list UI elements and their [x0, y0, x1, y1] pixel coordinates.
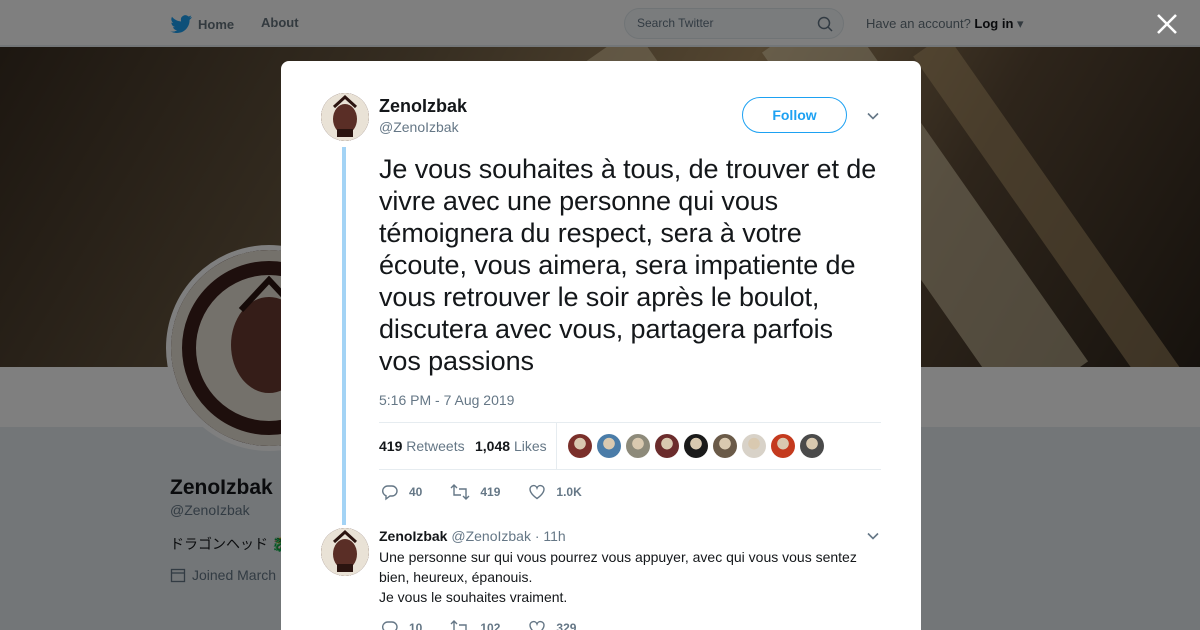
tweet-modal: ZenoIzbak @ZenoIzbak Follow Je vous souh…: [281, 61, 921, 630]
liker-avatar[interactable]: [684, 434, 708, 458]
liker-avatar[interactable]: [742, 434, 766, 458]
reply-time[interactable]: · 11h: [535, 528, 566, 544]
reply-icon: [382, 621, 398, 630]
retweets-count: 419: [379, 438, 403, 454]
reply-line-1: Une personne sur qui vous pourrez vous a…: [379, 549, 857, 585]
likes-count: 1,048: [475, 438, 511, 454]
thread-line: [342, 147, 346, 525]
retweets-label: Retweets: [406, 438, 465, 454]
reply-button[interactable]: 40: [381, 483, 422, 501]
tweet-text: Je vous souhaites à tous, de trouver et …: [379, 154, 877, 376]
tweet-stats: 419 Retweets 1,048 Likes: [379, 422, 881, 470]
reply-author-name[interactable]: ZenoIzbak: [379, 528, 447, 544]
close-icon[interactable]: [1155, 12, 1179, 36]
liker-avatar[interactable]: [568, 434, 592, 458]
liker-avatar[interactable]: [655, 434, 679, 458]
author-name[interactable]: ZenoIzbak: [379, 96, 467, 117]
reply-actions: 10 102 329: [381, 619, 604, 630]
reply-header: ZenoIzbak @ZenoIzbak · 11h: [379, 528, 566, 544]
liker-avatar[interactable]: [713, 434, 737, 458]
likes-stat[interactable]: 1,048 Likes: [475, 438, 547, 454]
chevron-down-icon[interactable]: [866, 109, 880, 123]
author-handle[interactable]: @ZenoIzbak: [379, 119, 459, 135]
reply-retweet-count: 102: [480, 621, 501, 630]
heart-icon: [529, 620, 546, 630]
heart-icon: [529, 484, 546, 500]
retweet-icon: [450, 484, 470, 500]
liker-avatar[interactable]: [597, 434, 621, 458]
reply-retweet-button[interactable]: 102: [450, 619, 500, 630]
reply-reply-count: 10: [409, 621, 423, 630]
tweet-actions: 40 419 1.0K: [381, 483, 610, 501]
follow-button[interactable]: Follow: [742, 97, 847, 133]
reply-author-avatar[interactable]: [321, 528, 369, 576]
liker-avatar[interactable]: [626, 434, 650, 458]
like-count: 1.0K: [556, 485, 582, 499]
reply-text: Une personne sur qui vous pourrez vous a…: [379, 547, 879, 607]
likes-label: Likes: [513, 438, 547, 454]
retweet-icon: [450, 620, 468, 630]
liker-avatar[interactable]: [771, 434, 795, 458]
like-button[interactable]: 1.0K: [528, 483, 582, 501]
reply-author-handle[interactable]: @ZenoIzbak: [451, 528, 531, 544]
reply-like-count: 329: [556, 621, 577, 630]
retweets-stat[interactable]: 419 Retweets: [379, 438, 465, 454]
stats-divider: [556, 423, 557, 469]
liker-avatars: [568, 434, 824, 458]
reply-line-2: Je vous le souhaites vraiment.: [379, 589, 568, 605]
reply-count: 40: [409, 485, 423, 499]
liker-avatar[interactable]: [800, 434, 824, 458]
reply-like-button[interactable]: 329: [528, 619, 576, 630]
reply-reply-button[interactable]: 10: [381, 619, 422, 630]
retweet-button[interactable]: 419: [450, 483, 500, 501]
author-avatar[interactable]: [321, 93, 369, 141]
tweet-timestamp[interactable]: 5:16 PM - 7 Aug 2019: [379, 392, 514, 408]
retweet-count: 419: [480, 485, 501, 499]
reply-icon: [382, 485, 398, 501]
reply-chevron-down-icon[interactable]: [866, 529, 880, 543]
